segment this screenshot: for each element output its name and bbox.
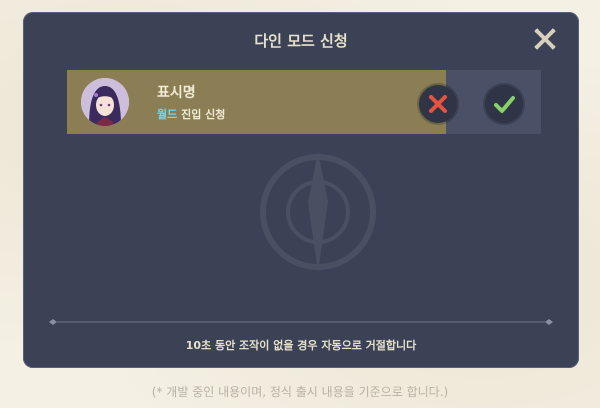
x-icon — [429, 95, 447, 113]
check-icon — [494, 96, 515, 113]
development-footnote: (* 개발 중인 내용이며, 정식 출시 내용을 기준으로 합니다.) — [151, 385, 449, 399]
coop-request-dialog: 다인 모드 신청 표시명 월드 진입 신청 10초 동안 조작이 없을 경우 자… — [23, 12, 579, 368]
player-avatar — [81, 78, 129, 126]
close-button[interactable] — [532, 26, 558, 52]
accept-button[interactable] — [485, 85, 523, 123]
player-display-name: 표시명 — [157, 85, 196, 101]
decline-button[interactable] — [419, 85, 457, 123]
request-text: 진입 신청 — [181, 108, 226, 121]
request-subtitle: 월드 진입 신청 — [157, 106, 225, 122]
world-label: 월드 — [157, 108, 178, 121]
coop-request-row: 표시명 월드 진입 신청 — [67, 70, 541, 134]
close-icon — [534, 28, 556, 50]
emblem-watermark — [260, 152, 376, 272]
ornate-divider — [49, 319, 553, 325]
auto-decline-notice: 10초 동안 조작이 없을 경우 자동으로 거절합니다 — [185, 339, 417, 352]
dialog-title: 다인 모드 신청 — [254, 32, 348, 50]
